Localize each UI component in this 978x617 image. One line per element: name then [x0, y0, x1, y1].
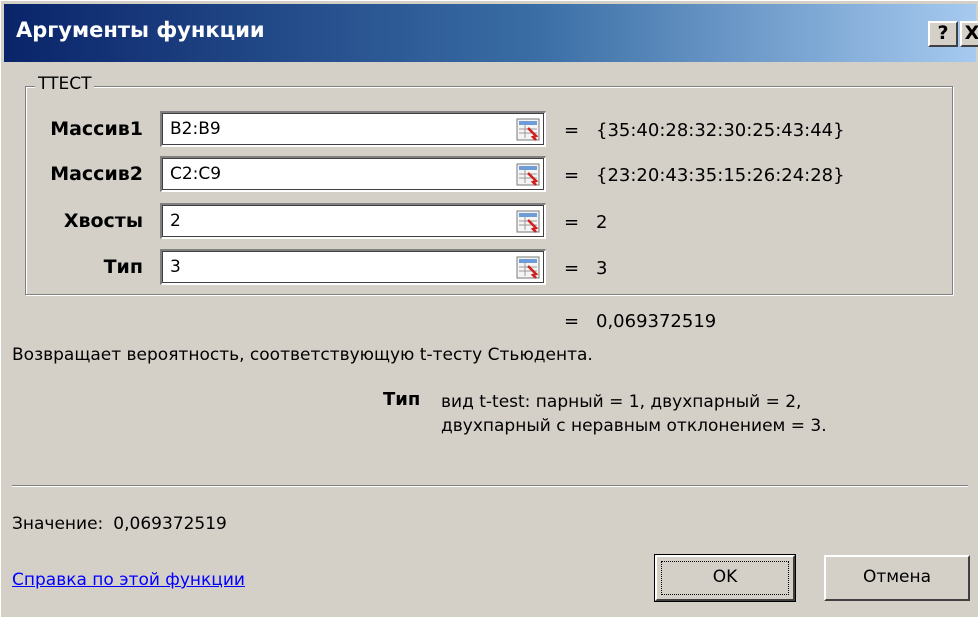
function-name: TTECT — [35, 74, 95, 94]
range-select-icon[interactable] — [516, 118, 540, 141]
type-result: = 3 — [564, 258, 608, 279]
type-input[interactable]: 3 — [160, 249, 546, 285]
focus-rect — [661, 561, 789, 595]
tails-result: = 2 — [564, 212, 608, 233]
array2-value: C2:C9 — [170, 164, 222, 184]
array2-input[interactable]: C2:C9 — [160, 156, 546, 192]
cancel-button[interactable]: Отмена — [824, 555, 970, 601]
current-arg-name: Тип — [383, 389, 421, 410]
value-label: Значение: — [12, 514, 104, 534]
close-button[interactable]: X — [960, 21, 978, 47]
function-arguments-dialog: Аргументы функции ? X TTECT Массив1 B2:B… — [0, 0, 978, 617]
array1-value: B2:B9 — [170, 119, 221, 139]
arg-label-array1: Массив1 — [50, 118, 143, 140]
range-select-icon[interactable] — [516, 256, 540, 279]
function-help-link[interactable]: Справка по этой функции — [12, 570, 245, 590]
dialog-title: Аргументы функции — [16, 18, 265, 42]
arg-label-tails: Хвосты — [63, 210, 143, 232]
formula-result: = 0,069372519 — [564, 311, 717, 332]
arg-label-type: Тип — [103, 256, 143, 278]
array1-input[interactable]: B2:B9 — [160, 111, 546, 147]
title-bar[interactable]: Аргументы функции ? X — [4, 4, 978, 62]
help-question-button[interactable]: ? — [928, 21, 958, 47]
arg-label-array2: Массив2 — [50, 163, 143, 185]
range-select-icon[interactable] — [516, 163, 540, 186]
current-arg-help: вид t-test: парный = 1, двухпарный = 2, … — [441, 392, 827, 436]
divider — [12, 485, 968, 487]
array2-result: = {23:20:43:35:15:26:24:28} — [564, 165, 845, 186]
tails-input[interactable]: 2 — [160, 203, 546, 239]
function-description: Возвращает вероятность, соответствующую … — [12, 345, 593, 365]
tails-value: 2 — [170, 211, 181, 231]
value-readout: Значение: 0,069372519 — [12, 514, 227, 534]
type-value: 3 — [170, 257, 181, 277]
formula-result-value: 0,069372519 — [596, 311, 717, 332]
value-number: 0,069372519 — [113, 514, 227, 534]
range-select-icon[interactable] — [516, 210, 540, 233]
array1-result: = {35:40:28:32:30:25:43:44} — [564, 120, 845, 141]
ok-button[interactable]: OK — [654, 554, 796, 602]
